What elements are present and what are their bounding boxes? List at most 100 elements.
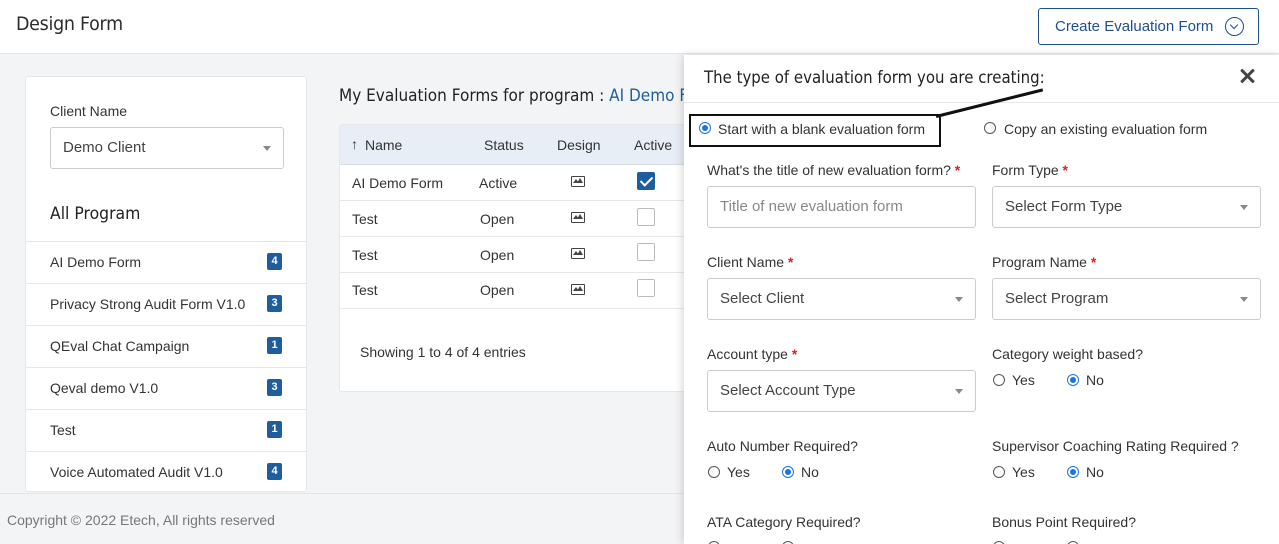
required-mark: * [954,162,961,178]
auto-number-no-label[interactable]: No [801,464,819,480]
account-type-select[interactable]: Select Account Type [707,370,976,412]
caret-down-icon [263,146,271,151]
forms-heading: My Evaluation Forms for program : AI Dem… [339,86,718,106]
program-name-label: Program Name * [992,254,1096,270]
form-type-value: Select Form Type [1005,198,1123,215]
category-weight-no-label[interactable]: No [1086,372,1104,388]
auto-number-yes-label[interactable]: Yes [727,464,750,480]
required-mark: * [1090,254,1097,270]
form-type-select[interactable]: Select Form Type [992,186,1261,228]
account-type-label-text: Account type [707,346,788,362]
program-sidebar: Client Name Demo Client All Program AI D… [25,76,307,492]
form-title-placeholder: Title of new evaluation form [720,198,903,215]
forms-heading-prefix: My Evaluation Forms for program : [339,86,610,106]
program-item[interactable]: Qeval demo V1.0 3 [26,367,306,409]
program-item[interactable]: AI Demo Form 4 [26,241,306,283]
client-select[interactable]: Select Client [707,278,976,320]
required-mark: * [791,346,798,362]
account-type-value: Select Account Type [720,382,856,399]
column-active[interactable]: Active [634,137,672,153]
category-weight-no-radio[interactable] [1067,374,1079,386]
client-name-label: Client Name [50,103,128,119]
option-blank-label[interactable]: Start with a blank evaluation form [718,121,925,137]
ata-category-label: ATA Category Required? [707,514,861,530]
column-name[interactable]: Name [365,137,402,153]
form-title-label-text: What's the title of new evaluation form? [707,162,951,178]
auto-number-label: Auto Number Required? [707,438,858,454]
program-count-badge: 4 [267,253,282,270]
close-icon[interactable] [1238,67,1256,85]
active-checkbox[interactable] [637,208,655,226]
create-form-panel: The type of evaluation form you are crea… [684,55,1279,544]
program-count-badge: 3 [267,295,282,312]
program-count-badge: 1 [267,421,282,438]
program-item[interactable]: QEval Chat Campaign 1 [26,325,306,367]
form-status: Open [480,247,515,263]
required-mark: * [787,254,794,270]
required-mark: * [1062,162,1068,178]
client-select-value: Select Client [720,290,805,307]
program-item[interactable]: Privacy Strong Audit Form V1.0 3 [26,283,306,325]
category-weight-label: Category weight based? [992,346,1143,362]
program-item-label: Privacy Strong Audit Form V1.0 [50,296,246,312]
active-checkbox[interactable] [637,243,655,261]
program-item-label: Voice Automated Audit V1.0 [50,464,223,480]
coaching-rating-yes-radio[interactable] [993,466,1005,478]
form-title-label: What's the title of new evaluation form?… [707,162,960,178]
program-item[interactable]: Voice Automated Audit V1.0 4 [26,451,306,493]
forms-table: ↑ Name Status Design Active AI Demo Form… [339,124,699,392]
program-select[interactable]: Select Program [992,278,1261,320]
form-title-input[interactable]: Title of new evaluation form [707,186,976,228]
bonus-point-label: Bonus Point Required? [992,514,1136,530]
program-item-label: AI Demo Form [50,254,142,270]
coaching-rating-no-radio[interactable] [1067,466,1079,478]
account-type-label: Account type * [707,346,797,362]
radio-blank-form[interactable] [699,122,711,134]
client-select[interactable]: Demo Client [50,127,284,169]
program-count-badge: 1 [267,337,282,354]
category-weight-yes-label[interactable]: Yes [1012,372,1035,388]
auto-number-no-radio[interactable] [782,466,794,478]
table-row: AI Demo Form Active [340,165,698,201]
footer-divider [0,493,684,494]
column-status[interactable]: Status [484,137,524,153]
client-select-value: Demo Client [63,139,146,156]
program-list: AI Demo Form 4 Privacy Strong Audit Form… [26,241,306,493]
coaching-rating-no-label[interactable]: No [1086,464,1104,480]
auto-number-yes-radio[interactable] [708,466,720,478]
program-item-label: Qeval demo V1.0 [50,380,159,396]
panel-title: The type of evaluation form you are crea… [704,68,1045,88]
coaching-rating-yes-label[interactable]: Yes [1012,464,1035,480]
create-evaluation-form-button[interactable]: Create Evaluation Form [1038,8,1259,45]
caret-down-icon [1240,297,1248,302]
column-design[interactable]: Design [557,137,601,153]
client-name-label: Client Name * [707,254,793,270]
all-program-heading: All Program [50,204,141,224]
form-name: Test [352,211,378,227]
design-icon[interactable] [571,284,585,295]
program-item-label: QEval Chat Campaign [50,338,190,354]
form-name: Test [352,247,378,263]
program-count-badge: 3 [267,379,282,396]
coaching-rating-label: Supervisor Coaching Rating Required ? [992,438,1239,454]
active-checkbox[interactable] [637,172,655,190]
form-status: Open [480,282,515,298]
program-item-label: Test [50,422,76,438]
option-copy-label[interactable]: Copy an existing evaluation form [1004,121,1207,137]
client-name-label-text: Client Name [707,254,785,270]
design-icon[interactable] [571,212,585,223]
caret-down-icon [1240,205,1248,210]
design-icon[interactable] [571,176,585,187]
active-checkbox[interactable] [637,279,655,297]
radio-copy-form[interactable] [984,122,996,134]
category-weight-yes-radio[interactable] [993,374,1005,386]
table-header: ↑ Name Status Design Active [340,125,698,165]
caret-down-icon [955,389,963,394]
design-icon[interactable] [571,248,585,259]
sort-arrow-icon[interactable]: ↑ [351,136,358,152]
top-bar: Design Form Create Evaluation Form [0,0,1279,54]
chevron-down-icon [1225,17,1244,36]
form-type-label: Form Type * [992,162,1068,178]
program-item[interactable]: Test 1 [26,409,306,451]
caret-down-icon [955,297,963,302]
